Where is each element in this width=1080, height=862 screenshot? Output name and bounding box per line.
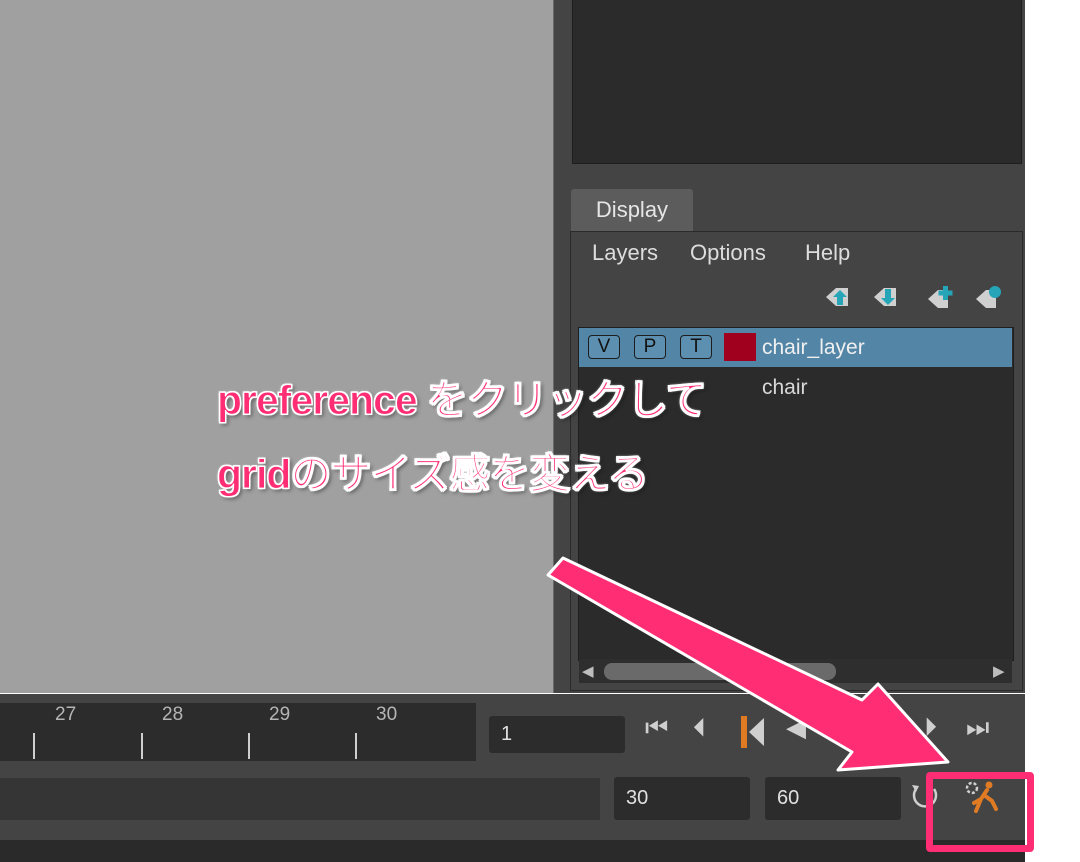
tab-display[interactable]: Display <box>571 189 693 231</box>
menu-options[interactable]: Options <box>690 240 766 266</box>
end-frame-field[interactable]: 60 <box>765 777 901 820</box>
new-layer-selected-icon[interactable] <box>974 284 1004 310</box>
frame-tick <box>248 733 250 759</box>
step-back-key-icon[interactable] <box>738 714 768 750</box>
step-forward-frame-icon[interactable]: ⏵ <box>924 712 937 744</box>
start-frame-field[interactable]: 30 <box>614 777 750 820</box>
frame-label: 28 <box>162 704 184 725</box>
frame-tick <box>33 733 35 759</box>
step-back-frame-icon[interactable]: ⏴ <box>693 712 706 744</box>
layer-name[interactable]: chair_layer <box>762 336 865 360</box>
range-slider[interactable] <box>0 778 600 820</box>
annotation-text-line-2: gridのサイズ感を変える <box>217 451 650 498</box>
scroll-left-icon[interactable]: ◀ <box>582 662 594 680</box>
frame-label: 30 <box>376 704 398 725</box>
playback-toggle[interactable]: P <box>634 335 666 359</box>
play-backwards-icon[interactable]: ◀ <box>786 712 806 743</box>
scroll-right-icon[interactable]: ▶ <box>993 662 1005 680</box>
layer-color-swatch[interactable] <box>724 333 756 361</box>
frame-tick <box>355 733 357 759</box>
annotation-highlight-box <box>926 772 1034 852</box>
viewport[interactable] <box>0 0 553 693</box>
menu-help[interactable]: Help <box>805 240 850 266</box>
template-toggle[interactable]: T <box>680 335 712 359</box>
visibility-toggle[interactable]: V <box>588 335 620 359</box>
frame-label: 29 <box>269 704 291 725</box>
new-layer-icon[interactable] <box>926 284 956 310</box>
annotation-text-line-1: preference をクリックして <box>217 377 708 424</box>
current-frame-field[interactable]: 1 <box>489 716 625 753</box>
menu-layers[interactable]: Layers <box>592 240 658 266</box>
frame-label: 27 <box>55 704 77 725</box>
move-layer-down-icon[interactable] <box>872 284 902 310</box>
go-to-end-icon[interactable]: ⏭ <box>966 712 989 744</box>
layer-child-label: chair <box>762 376 808 399</box>
scrollbar-thumb[interactable] <box>604 663 836 680</box>
channel-box-area <box>572 0 1022 164</box>
frame-tick <box>141 733 143 759</box>
go-to-start-icon[interactable]: ⏮ <box>645 712 668 744</box>
play-forwards-icon[interactable]: ▶ <box>832 712 852 743</box>
move-layer-up-icon[interactable] <box>824 284 854 310</box>
command-line-strip <box>0 840 1025 862</box>
